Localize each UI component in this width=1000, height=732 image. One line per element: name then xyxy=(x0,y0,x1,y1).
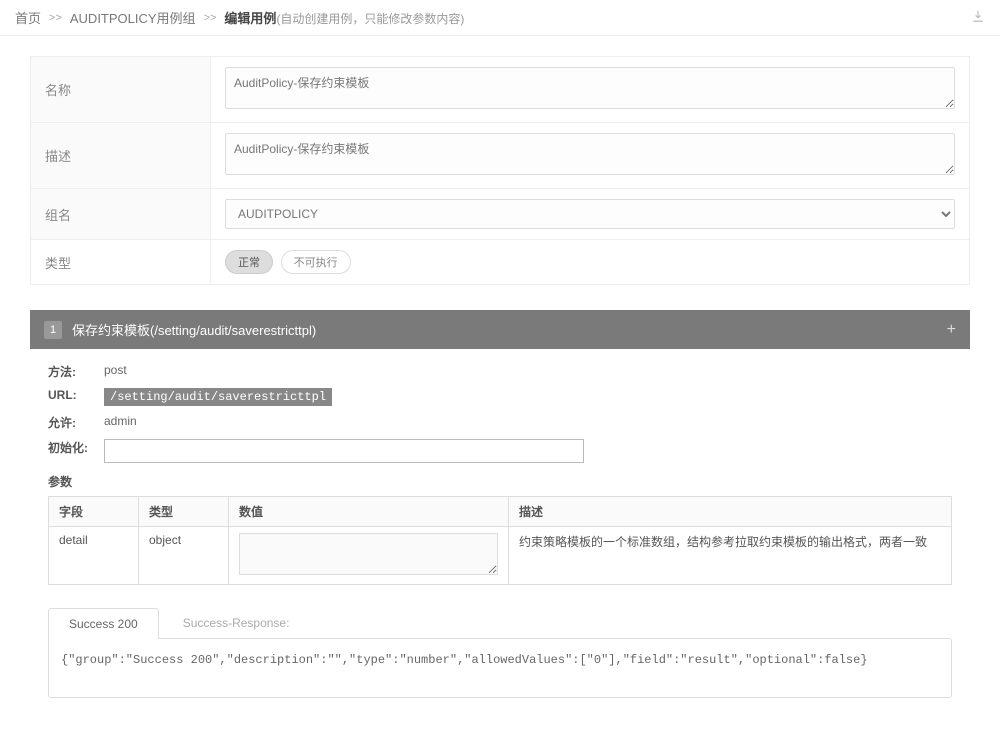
row-description: 描述 xyxy=(31,123,970,189)
allow-value: admin xyxy=(104,414,952,428)
method-label: 方法: xyxy=(48,363,104,380)
desc-label: 描述 xyxy=(31,123,211,189)
chevron-right-icon: >> xyxy=(204,12,217,24)
table-row: detail object 约束策略模板的一个标准数组，结构参考拉取约束模板的输… xyxy=(49,527,952,585)
breadcrumb-home[interactable]: 首页 xyxy=(15,8,41,27)
group-label: 组名 xyxy=(31,189,211,240)
response-body[interactable]: {"group":"Success 200","description":"",… xyxy=(48,638,952,698)
col-desc: 描述 xyxy=(509,497,952,527)
allow-label: 允许: xyxy=(48,414,104,431)
form-table: 名称 描述 组名 AUDITPOLICY 类型 正常 不可执行 xyxy=(30,56,970,285)
init-label: 初始化: xyxy=(48,439,104,456)
type-option-normal[interactable]: 正常 xyxy=(225,250,273,274)
init-input[interactable] xyxy=(104,439,584,463)
param-desc: 约束策略模板的一个标准数组，结构参考拉取约束模板的输出格式，两者一致 xyxy=(509,527,952,585)
breadcrumb-current: 编辑用例(自动创建用例，只能修改参数内容) xyxy=(224,8,464,27)
param-field: detail xyxy=(49,527,139,585)
type-label: 类型 xyxy=(31,240,211,285)
response-tabs: Success 200 Success-Response: xyxy=(48,607,952,638)
details-block: 方法: post URL: /setting/audit/saverestric… xyxy=(30,349,970,712)
section-header[interactable]: 1 保存约束模板(/setting/audit/saverestricttpl)… xyxy=(30,310,970,349)
name-label: 名称 xyxy=(31,57,211,123)
type-option-noexec[interactable]: 不可执行 xyxy=(281,250,351,274)
params-table: 字段 类型 数值 描述 detail object 约束策略模板的一个标准数组，… xyxy=(48,496,952,585)
breadcrumb-group[interactable]: AUDITPOLICY用例组 xyxy=(70,8,196,27)
desc-input[interactable] xyxy=(225,133,955,175)
params-heading: 参数 xyxy=(48,473,952,490)
tab-success-200[interactable]: Success 200 xyxy=(48,608,159,639)
name-input[interactable] xyxy=(225,67,955,109)
breadcrumb: 首页 >> AUDITPOLICY用例组 >> 编辑用例(自动创建用例，只能修改… xyxy=(0,0,1000,36)
url-value: /setting/audit/saverestricttpl xyxy=(104,388,332,406)
url-label: URL: xyxy=(48,388,104,402)
plus-icon[interactable]: + xyxy=(947,321,956,339)
main-content: 名称 描述 组名 AUDITPOLICY 类型 正常 不可执行 1 保存约束模板… xyxy=(0,36,1000,732)
param-value-input[interactable] xyxy=(239,533,498,575)
col-value: 数值 xyxy=(229,497,509,527)
response-label: Success-Response: xyxy=(183,616,290,638)
col-field: 字段 xyxy=(49,497,139,527)
row-type: 类型 正常 不可执行 xyxy=(31,240,970,285)
param-type: object xyxy=(139,527,229,585)
row-group: 组名 AUDITPOLICY xyxy=(31,189,970,240)
col-type: 类型 xyxy=(139,497,229,527)
row-name: 名称 xyxy=(31,57,970,123)
section-title: 保存约束模板(/setting/audit/saverestricttpl) xyxy=(72,320,316,339)
method-value: post xyxy=(104,363,952,377)
chevron-right-icon: >> xyxy=(49,12,62,24)
group-select[interactable]: AUDITPOLICY xyxy=(225,199,955,229)
download-icon[interactable] xyxy=(971,9,985,26)
section-index-badge: 1 xyxy=(44,321,62,339)
